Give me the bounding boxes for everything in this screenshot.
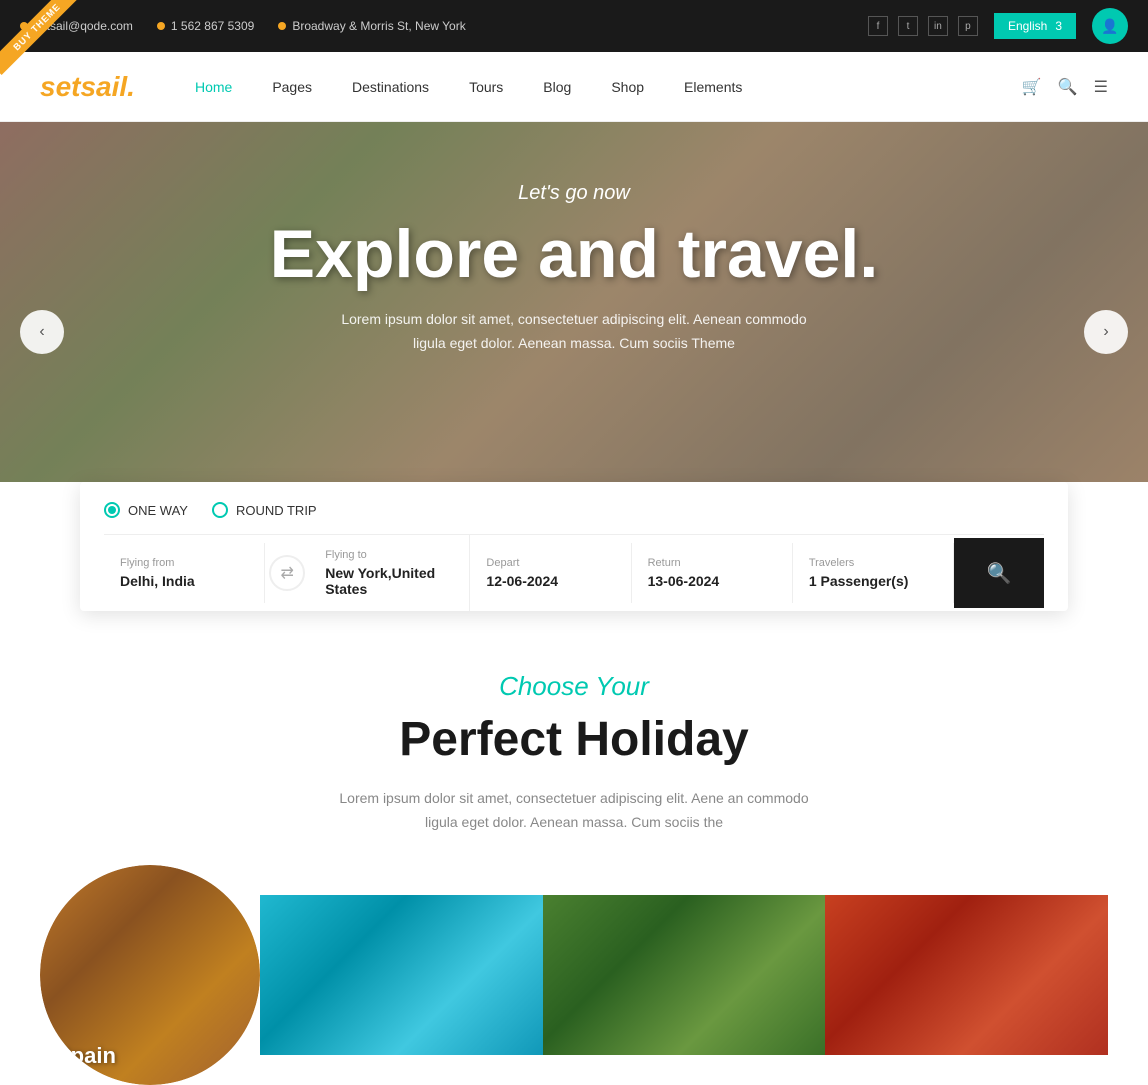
nav-home[interactable]: Home: [175, 55, 252, 119]
logo[interactable]: setsail.: [40, 71, 135, 103]
one-way-radio[interactable]: [104, 502, 120, 518]
choose-title: Perfect Holiday: [40, 712, 1108, 767]
top-bar-right: f t in p English 3 👤: [868, 8, 1128, 44]
round-trip-radio[interactable]: [212, 502, 228, 518]
nav-pages[interactable]: Pages: [252, 55, 332, 119]
return-field[interactable]: Return 13-06-2024: [632, 543, 793, 603]
user-icon: 👤: [1101, 18, 1118, 35]
lang-count: 3: [1055, 19, 1062, 33]
flying-to-field[interactable]: Flying to New York,United States: [309, 535, 470, 611]
search-icon[interactable]: 🔍: [1058, 77, 1078, 97]
slider-next-button[interactable]: ›: [1084, 310, 1128, 354]
address-dot: [278, 22, 286, 30]
dest2-bg: [260, 895, 543, 1055]
facebook-icon[interactable]: f: [868, 16, 888, 36]
search-section: ONE WAY ROUND TRIP Flying from Delhi, In…: [0, 482, 1148, 611]
destination-3[interactable]: [543, 895, 826, 1055]
phone-text: 1 562 867 5309: [171, 19, 254, 33]
menu-icon[interactable]: ☰: [1094, 77, 1108, 97]
search-magnifier-icon: 🔍: [987, 561, 1012, 586]
nav-tours[interactable]: Tours: [449, 55, 523, 119]
phone-dot: [157, 22, 165, 30]
dest4-bg: [825, 895, 1108, 1055]
trip-type-row: ONE WAY ROUND TRIP: [104, 502, 1044, 518]
hero-subtitle: Let's go now: [0, 182, 1148, 205]
nav-destinations[interactable]: Destinations: [332, 55, 449, 119]
address-info: Broadway & Morris St, New York: [278, 19, 465, 33]
language-button[interactable]: English 3: [994, 13, 1076, 39]
slider-prev-button[interactable]: ‹: [20, 310, 64, 354]
top-bar: setsail@qode.com 1 562 867 5309 Broadway…: [0, 0, 1148, 52]
lang-label: English: [1008, 19, 1047, 33]
phone-info: 1 562 867 5309: [157, 19, 254, 33]
choose-section: Choose Your Perfect Holiday Lorem ipsum …: [0, 611, 1148, 875]
search-button[interactable]: 🔍: [954, 538, 1044, 608]
hero-description: Lorem ipsum dolor sit amet, consectetuer…: [324, 308, 824, 356]
nav-elements[interactable]: Elements: [664, 55, 762, 119]
swap-button[interactable]: ⇄: [269, 555, 305, 591]
destinations-grid: Spain: [0, 895, 1148, 1085]
nav-shop[interactable]: Shop: [591, 55, 664, 119]
search-box: ONE WAY ROUND TRIP Flying from Delhi, In…: [80, 482, 1068, 611]
destination-2[interactable]: [260, 895, 543, 1055]
destination-4[interactable]: [825, 895, 1108, 1055]
one-way-label: ONE WAY: [128, 503, 188, 518]
hero-title: Explore and travel.: [0, 217, 1148, 292]
nav-links: Home Pages Destinations Tours Blog Shop …: [175, 55, 1022, 119]
flying-from-label: Flying from: [120, 557, 248, 569]
choose-description: Lorem ipsum dolor sit amet, consectetuer…: [324, 787, 824, 835]
search-fields: Flying from Delhi, India ⇄ Flying to New…: [104, 534, 1044, 611]
nav-icons: 🛒 🔍 ☰: [1022, 77, 1108, 97]
travelers-field[interactable]: Travelers 1 Passenger(s): [793, 543, 954, 603]
social-icons: f t in p: [868, 16, 978, 36]
round-trip-label: ROUND TRIP: [236, 503, 317, 518]
choose-subtitle: Choose Your: [40, 671, 1108, 702]
depart-label: Depart: [486, 557, 614, 569]
one-way-option[interactable]: ONE WAY: [104, 502, 188, 518]
travelers-value: 1 Passenger(s): [809, 573, 937, 589]
spain-label: Spain: [56, 1043, 116, 1069]
navbar: setsail. Home Pages Destinations Tours B…: [0, 52, 1148, 122]
return-value: 13-06-2024: [648, 573, 776, 589]
address-text: Broadway & Morris St, New York: [292, 19, 465, 33]
flying-to-value: New York,United States: [325, 565, 453, 597]
pinterest-icon[interactable]: p: [958, 16, 978, 36]
travelers-label: Travelers: [809, 557, 937, 569]
top-bar-left: setsail@qode.com 1 562 867 5309 Broadway…: [20, 19, 466, 33]
hero-content: Let's go now Explore and travel. Lorem i…: [0, 122, 1148, 355]
twitter-icon[interactable]: t: [898, 16, 918, 36]
flying-from-field[interactable]: Flying from Delhi, India: [104, 543, 265, 603]
flying-from-value: Delhi, India: [120, 573, 248, 589]
dest3-bg: [543, 895, 826, 1055]
user-icon-button[interactable]: 👤: [1092, 8, 1128, 44]
nav-blog[interactable]: Blog: [523, 55, 591, 119]
instagram-icon[interactable]: in: [928, 16, 948, 36]
flying-to-label: Flying to: [325, 549, 453, 561]
depart-field[interactable]: Depart 12-06-2024: [470, 543, 631, 603]
cart-icon[interactable]: 🛒: [1022, 77, 1042, 97]
hero-section: Let's go now Explore and travel. Lorem i…: [0, 122, 1148, 542]
destination-spain[interactable]: Spain: [40, 865, 260, 1085]
round-trip-option[interactable]: ROUND TRIP: [212, 502, 317, 518]
depart-value: 12-06-2024: [486, 573, 614, 589]
return-label: Return: [648, 557, 776, 569]
